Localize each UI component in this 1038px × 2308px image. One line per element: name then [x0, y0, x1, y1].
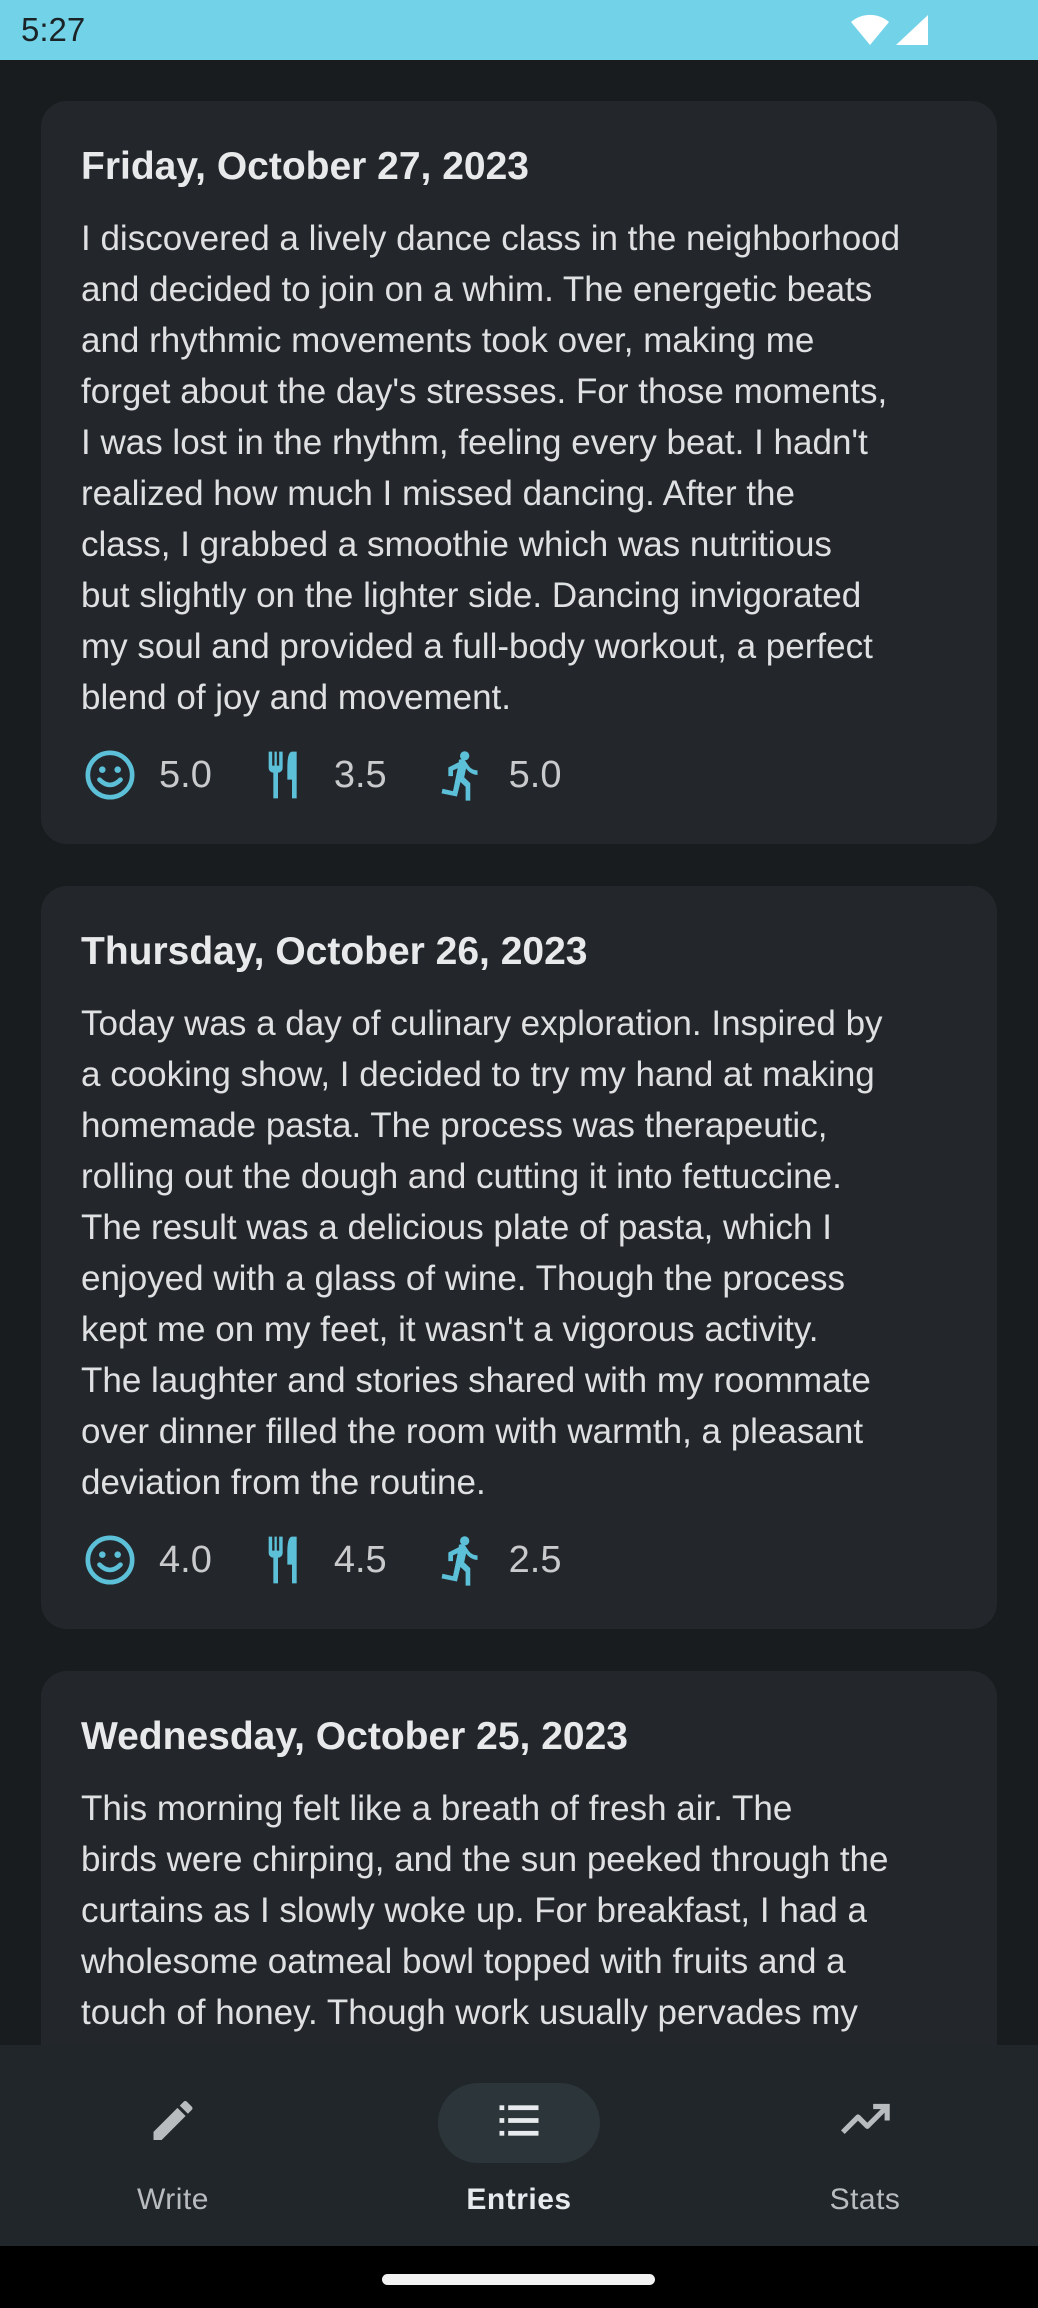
mood-value: 4.0: [159, 1538, 212, 1581]
running-person-icon: [431, 746, 489, 804]
activity-value: 5.0: [508, 753, 562, 796]
nav-write-label: Write: [137, 2183, 209, 2216]
running-person-icon: [431, 1531, 489, 1589]
status-time: 5:27: [21, 11, 86, 48]
nav-write[interactable]: Write: [88, 2083, 258, 2233]
trending-up-icon: [837, 2093, 893, 2154]
entry-card[interactable]: Thursday, October 26, 2023 Today was a d…: [41, 886, 997, 1629]
entry-card[interactable]: Friday, October 27, 2023 I discovered a …: [41, 101, 997, 844]
entry-card[interactable]: Wednesday, October 25, 2023 This morning…: [41, 1671, 997, 2045]
status-icons: [850, 13, 930, 47]
nav-entries[interactable]: Entries: [434, 2083, 604, 2233]
food-metric: 4.5: [256, 1531, 387, 1589]
activity-metric: 5.0: [431, 746, 562, 804]
fork-knife-icon: [256, 1531, 314, 1589]
status-bar: 5:27: [0, 0, 1038, 60]
fork-knife-icon: [256, 746, 314, 804]
entry-date: Wednesday, October 25, 2023: [81, 1715, 628, 1758]
bottom-navigation: Write Entries Stats: [0, 2045, 1038, 2246]
pencil-icon: [147, 2095, 199, 2152]
smiley-face-icon: [81, 1531, 139, 1589]
food-metric: 3.5: [256, 746, 387, 804]
entry-date: Thursday, October 26, 2023: [81, 930, 588, 973]
activity-metric: 2.5: [431, 1531, 562, 1589]
entry-date: Friday, October 27, 2023: [81, 145, 529, 188]
entry-metrics: 5.0 3.5 5.0: [81, 745, 605, 805]
activity-value: 2.5: [508, 1538, 562, 1581]
food-value: 3.5: [333, 753, 387, 796]
entry-text: This morning felt like a breath of fresh…: [81, 1789, 889, 2032]
mood-metric: 4.0: [81, 1531, 212, 1589]
entries-list[interactable]: Friday, October 27, 2023 I discovered a …: [0, 60, 1038, 2045]
gesture-navigation-area: [0, 2246, 1038, 2308]
smiley-face-icon: [81, 746, 139, 804]
wifi-icon: [850, 14, 889, 45]
mood-metric: 5.0: [81, 746, 212, 804]
list-icon: [493, 2095, 545, 2152]
mood-value: 5.0: [159, 753, 212, 796]
home-gesture-handle[interactable]: [382, 2274, 655, 2285]
food-value: 4.5: [333, 1538, 387, 1581]
entry-metrics: 4.0 4.5 2.5: [81, 1530, 605, 1590]
nav-entries-label: Entries: [466, 2183, 572, 2216]
entry-text: I discovered a lively dance class in the…: [81, 219, 901, 717]
nav-stats[interactable]: Stats: [780, 2083, 950, 2233]
entry-text: Today was a day of culinary exploration.…: [81, 1004, 883, 1502]
signal-icon: [896, 15, 928, 45]
nav-stats-label: Stats: [829, 2183, 901, 2216]
